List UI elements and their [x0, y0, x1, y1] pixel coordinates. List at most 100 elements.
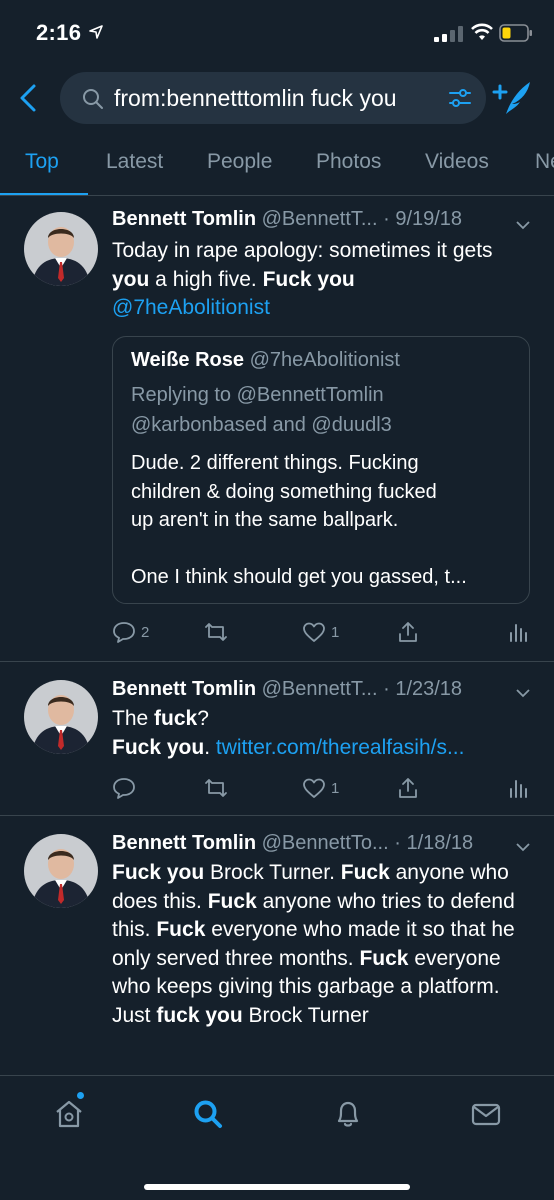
tweet[interactable]: Bennett Tomlin @BennettT... · 9/19/18 To… — [0, 196, 554, 662]
tweet-text-bold: you — [112, 267, 150, 291]
tweet-date: · 9/19/18 — [383, 208, 463, 230]
compose-tweet-icon[interactable] — [492, 80, 532, 116]
search-input[interactable]: from:bennetttomlin fuck you — [60, 72, 486, 124]
avatar-photo — [24, 212, 98, 286]
tweet-text-bold: Fuck — [359, 946, 409, 970]
tab-people[interactable]: People — [207, 150, 272, 174]
avatar-photo — [24, 834, 98, 908]
tweet-text-run: Brock Turner — [242, 1003, 369, 1027]
tweet-text-run: a high five. — [149, 267, 263, 291]
quoted-tweet[interactable]: Weiße Rose @7heAbolitionist Replying to … — [112, 336, 530, 604]
replying-to-line: @karbonbased and @duudl3 — [131, 414, 392, 436]
display-name[interactable]: Bennett Tomlin — [112, 678, 256, 700]
replying-to: Replying to @BennettTomlin @karbonbased … — [131, 380, 392, 440]
reply-count: 2 — [141, 623, 150, 641]
share-icon — [399, 622, 417, 642]
tweet-text-bold: Fuck — [340, 861, 390, 884]
retweet-button[interactable] — [204, 776, 228, 800]
handle[interactable]: @BennettTo... — [262, 832, 389, 854]
back-chevron-icon[interactable] — [16, 82, 40, 114]
heart-icon — [303, 778, 325, 798]
tweet-text-run: . — [204, 735, 216, 759]
handle[interactable]: @BennettT... — [262, 678, 378, 700]
tweet-text-bold: fuck — [154, 707, 198, 730]
cellular-signal-icon — [434, 26, 463, 42]
handle[interactable]: @BennettT... — [262, 208, 378, 230]
quoted-text-line: children & doing something fucked — [131, 480, 437, 503]
tweet[interactable]: Bennett Tomlin @BennettT... · 1/23/18 Th… — [0, 662, 554, 816]
notifications-bell-icon[interactable] — [332, 1098, 364, 1130]
search-icon[interactable] — [192, 1098, 224, 1130]
tab-top[interactable]: Top — [25, 150, 59, 174]
tweet-text-run: Brock Turner. — [204, 861, 341, 884]
tab-photos[interactable]: Photos — [316, 150, 381, 174]
chevron-down-icon[interactable] — [516, 688, 530, 698]
tweet-header: Bennett Tomlin @BennettTo... · 1/18/18 — [112, 832, 473, 855]
share-button[interactable] — [396, 620, 420, 644]
avatar-photo — [24, 680, 98, 754]
like-button[interactable]: 1 — [302, 620, 339, 644]
like-button[interactable]: 1 — [302, 776, 339, 800]
home-icon[interactable] — [53, 1098, 85, 1130]
retweet-icon — [205, 779, 227, 797]
tweet-text-bold: Fuck you — [262, 267, 355, 291]
tab-news[interactable]: Ne — [535, 150, 554, 174]
quoted-text-line: One I think should get you gassed, t... — [131, 566, 467, 588]
status-time: 2:16 — [36, 20, 82, 45]
chevron-down-icon[interactable] — [516, 842, 530, 852]
chevron-down-icon[interactable] — [516, 220, 530, 230]
tweet-text: Today in rape apology: sometimes it gets… — [112, 237, 532, 323]
like-count: 1 — [331, 779, 340, 797]
display-name[interactable]: Bennett Tomlin — [112, 208, 256, 230]
tweet-text-bold: Fuck — [156, 918, 206, 941]
location-arrow-icon — [89, 25, 103, 39]
analytics-icon — [510, 780, 527, 798]
tweet-text-bold: Fuck — [207, 889, 257, 913]
analytics-button[interactable] — [506, 776, 530, 800]
bottom-tab-bar — [0, 1075, 554, 1200]
url-link[interactable]: twitter.com/therealfasih/s... — [216, 736, 465, 759]
search-tabs: Top Latest People Photos Videos Ne — [0, 136, 554, 196]
search-query: from:bennetttomlin fuck you — [114, 85, 397, 111]
search-icon — [83, 89, 103, 109]
share-icon — [399, 778, 417, 798]
share-button[interactable] — [396, 776, 420, 800]
tab-videos[interactable]: Videos — [425, 150, 489, 174]
reply-button[interactable]: 2 — [112, 620, 149, 644]
tweet-text-bold: fuck you — [156, 1003, 243, 1027]
mention-link[interactable]: @7heAbolitionist — [112, 296, 270, 319]
quoted-tweet-header: Weiße Rose @7heAbolitionist — [131, 349, 400, 372]
tab-latest[interactable]: Latest — [106, 150, 163, 174]
reply-button[interactable] — [112, 776, 136, 800]
tweet-text: The fuck? Fuck you. twitter.com/therealfa… — [112, 705, 532, 762]
wifi-icon — [471, 23, 493, 40]
quoted-text-line: Dude. 2 different things. Fucking — [131, 452, 419, 474]
retweet-button[interactable] — [204, 620, 228, 644]
analytics-button[interactable] — [506, 620, 530, 644]
reply-icon — [113, 622, 135, 643]
tweet-date: · 1/23/18 — [383, 678, 463, 700]
avatar[interactable] — [24, 680, 98, 754]
analytics-icon — [510, 624, 527, 642]
quoted-text-line: up aren't in the same ballpark. — [131, 509, 399, 531]
tweet-text-run: The — [112, 707, 155, 730]
avatar[interactable] — [24, 834, 98, 908]
quoted-text-blank — [131, 535, 521, 564]
unread-dot — [77, 1092, 84, 1099]
battery-icon — [499, 24, 532, 42]
quoted-display-name: Weiße Rose — [131, 349, 244, 371]
reply-icon — [113, 778, 135, 799]
search-filter-icon[interactable] — [448, 87, 472, 109]
tweet-date: · 1/18/18 — [394, 832, 474, 854]
quoted-tweet-text: Dude. 2 different things. Fucking childr… — [131, 449, 521, 592]
tweet-header: Bennett Tomlin @BennettT... · 1/23/18 — [112, 678, 462, 701]
messages-mail-icon[interactable] — [470, 1098, 502, 1130]
tweet-actions: 2 1 — [112, 620, 532, 650]
tweet-text: Fuck you Brock Turner. Fuck anyone who d… — [112, 859, 524, 1030]
tweet[interactable]: Bennett Tomlin @BennettTo... · 1/18/18 F… — [0, 816, 554, 1086]
avatar[interactable] — [24, 212, 98, 286]
display-name[interactable]: Bennett Tomlin — [112, 832, 256, 854]
heart-icon — [303, 622, 325, 642]
quoted-handle: @7heAbolitionist — [249, 349, 400, 371]
tweet-text-bold: Fuck you — [112, 735, 205, 759]
